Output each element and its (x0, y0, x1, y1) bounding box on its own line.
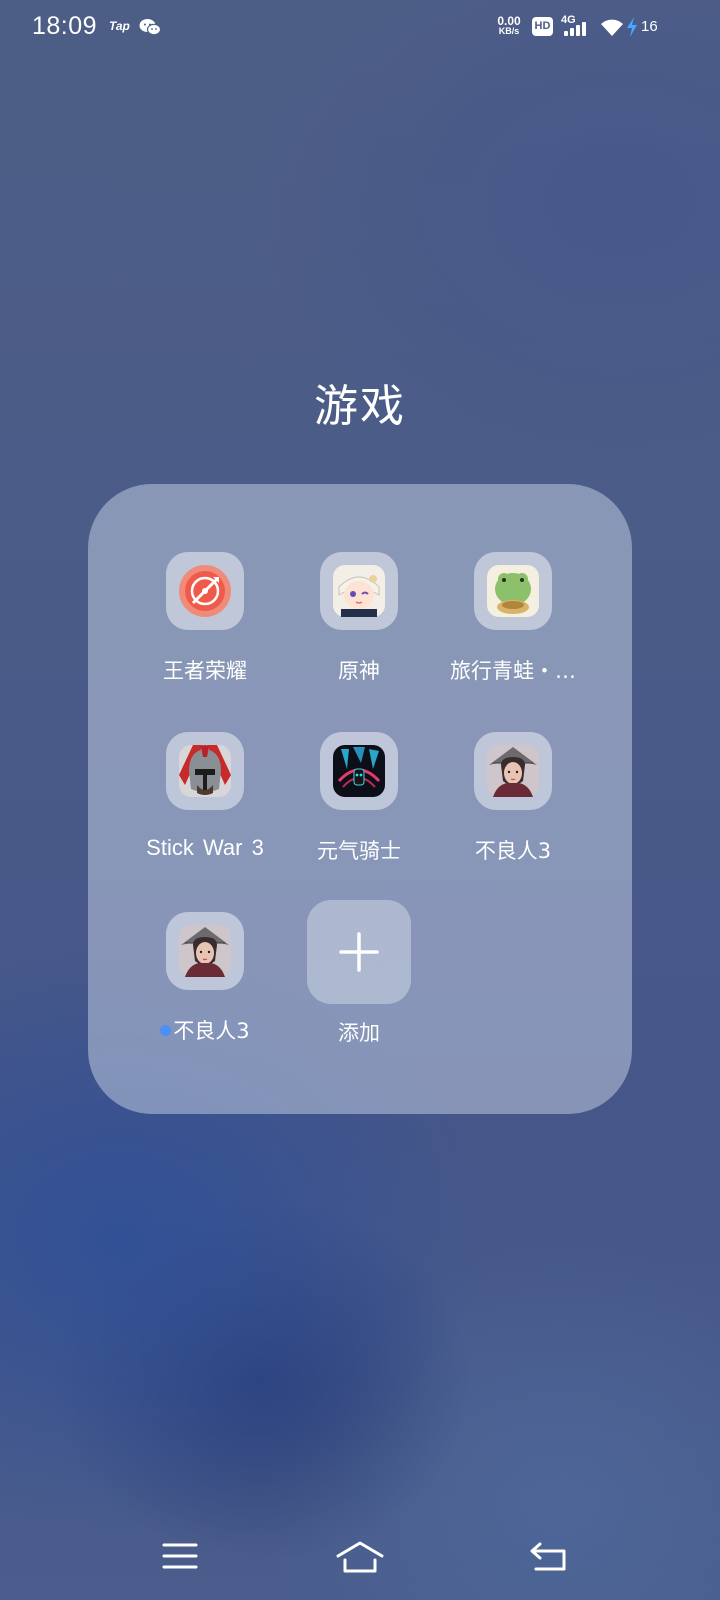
buliangren-icon (179, 925, 231, 977)
add-app-label: 添加 (338, 1021, 380, 1045)
wifi-icon (601, 19, 623, 36)
network-speed: 0.00 KB/s (494, 14, 524, 36)
plus-icon (339, 932, 379, 972)
home-icon[interactable] (336, 1540, 384, 1574)
tap-icon: Tap (109, 19, 130, 33)
hd-icon: HD (532, 17, 553, 36)
net-speed-value: 0.00 (497, 14, 521, 28)
bolt-icon (627, 17, 637, 37)
status-time: 18:09 (32, 12, 98, 40)
app-buliangren-3-new[interactable]: 不良人3 (125, 912, 285, 1052)
add-app-button[interactable] (307, 900, 411, 1004)
app-icon-frame (166, 552, 244, 630)
buliangren-icon (487, 745, 539, 797)
genshin-impact-icon (333, 565, 385, 617)
app-label: 不良人3 (173, 1019, 250, 1043)
app-icon-frame (166, 732, 244, 810)
app-label-with-indicator: 不良人3 (125, 1015, 285, 1045)
app-soul-knight[interactable]: 元气骑士 (279, 732, 439, 872)
app-label: 原神 (338, 659, 380, 683)
back-icon[interactable] (530, 1542, 568, 1572)
app-travel-frog[interactable]: 旅行青蛙・… (433, 552, 593, 692)
cellular-signal-icon: 4G (561, 14, 591, 38)
app-label: 旅行青蛙・… (450, 659, 576, 683)
status-bar: 18:09 Tap 0.00 KB/s HD 4G 16 (0, 0, 720, 56)
navigation-bar (0, 1520, 720, 1600)
app-icon-frame (474, 732, 552, 810)
network-type: 4G (561, 14, 576, 26)
app-genshin-impact[interactable]: 原神 (279, 552, 439, 692)
app-icon-frame (166, 912, 244, 990)
app-label: Stick War 3 (146, 835, 264, 860)
app-icon-frame (320, 552, 398, 630)
soul-knight-icon (333, 745, 385, 797)
honor-of-kings-icon (179, 565, 231, 617)
app-honor-of-kings[interactable]: 王者荣耀 (125, 552, 285, 692)
app-icon-frame (474, 552, 552, 630)
menu-icon[interactable] (162, 1542, 198, 1570)
app-label: 不良人3 (474, 839, 552, 863)
app-stick-war-3[interactable]: Stick War 3 (125, 732, 285, 872)
app-buliangren-3[interactable]: 不良人3 (433, 732, 593, 872)
wechat-icon (139, 19, 161, 36)
app-icon-frame (320, 732, 398, 810)
folder-title[interactable]: 游戏 (0, 370, 720, 434)
stick-war-icon (179, 745, 231, 797)
app-label: 元气骑士 (317, 839, 401, 863)
travel-frog-icon (487, 565, 539, 617)
app-label: 王者荣耀 (163, 659, 247, 683)
new-app-indicator-dot (160, 1025, 172, 1036)
battery-level: 16 (641, 18, 658, 35)
